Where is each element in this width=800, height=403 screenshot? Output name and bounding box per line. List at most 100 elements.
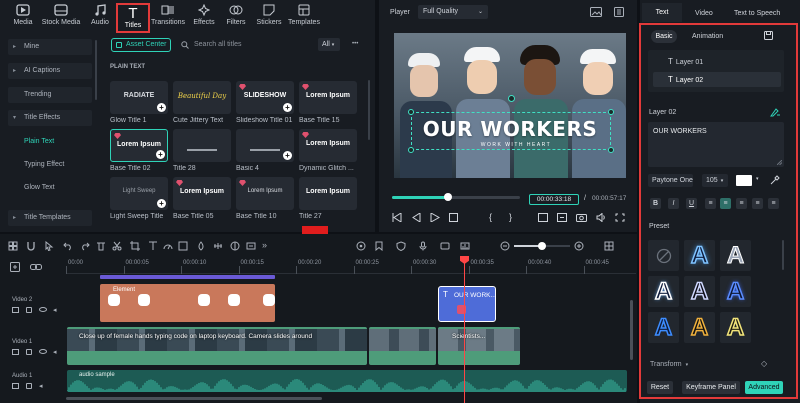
magnet-icon[interactable] [26,241,36,251]
tool-stickers[interactable]: Stickers [251,2,287,32]
align-left-button[interactable]: ≡ [705,198,716,209]
keyframe-panel-button[interactable]: Keyframe Panel [682,381,740,394]
layout-grid-icon[interactable] [8,241,18,251]
title-thumbnail[interactable]: + [236,129,294,162]
add-title-button[interactable]: + [157,103,166,112]
filter-dropdown[interactable]: All ▾ [318,38,340,51]
link-icon[interactable] [30,262,42,272]
sidebar-item-typing-effect[interactable]: Typing Effect [8,157,92,173]
folder-icon[interactable] [12,349,19,355]
transform-label[interactable]: Transform ▾ [650,361,688,368]
tool-titles[interactable]: T Titles [116,3,150,33]
volume-icon[interactable] [596,213,606,222]
timeline-grid-icon[interactable] [604,241,614,251]
tool-transitions[interactable]: Transitions [150,2,186,32]
resize-handle[interactable] [608,109,614,115]
camera-icon[interactable] [576,213,587,222]
lock-icon[interactable] [26,307,32,313]
lock-icon[interactable] [26,349,32,355]
title-thumbnail[interactable]: SLIDESHOW + [236,81,294,114]
shield-icon[interactable] [396,241,406,251]
preset-none[interactable] [648,240,679,271]
tab-text-to-speech[interactable]: Text to Speech [734,10,780,17]
mark-in-icon[interactable]: { [489,212,492,222]
tool-filters[interactable]: Filters [218,2,254,32]
more-options-icon[interactable]: ••• [352,41,358,47]
title-thumbnail[interactable]: Lorem Ipsum [236,177,294,210]
search-input[interactable]: Search all titles [178,38,308,52]
playback-progress[interactable] [392,193,520,201]
stop-icon[interactable] [449,213,458,222]
undo-icon[interactable] [63,241,73,251]
text-color-swatch[interactable] [736,175,752,186]
select-icon[interactable] [44,241,54,251]
resize-handle[interactable] [608,147,614,153]
more-tools-icon[interactable]: » [262,240,267,250]
audio-stretch-icon[interactable] [213,241,223,251]
title-thumbnail[interactable]: Lorem Ipsum [299,177,357,210]
video-preview[interactable]: OUR WORKERS WORK WITH HEART [394,33,626,178]
title-clip[interactable]: OUR WORK... T [438,286,496,322]
tool-media[interactable]: Media [5,2,41,32]
crop-icon[interactable] [130,241,140,251]
tab-video[interactable]: Video [695,10,713,17]
title-thumbnail[interactable]: Lorem Ipsum + [110,129,168,162]
zoom-in-icon[interactable] [574,241,584,251]
voiceover-icon[interactable] [440,241,450,251]
tool-audio[interactable]: Audio [82,2,118,32]
video-clip[interactable]: Close up of female hands typing code on … [67,327,367,365]
font-size-dropdown[interactable]: 105 ▾ [702,174,728,187]
render-icon[interactable] [557,213,567,222]
preset-style[interactable]: A [720,276,751,307]
marker-icon[interactable] [374,241,384,251]
eyedropper-icon[interactable] [770,175,780,185]
sidebar-item-ai-captions[interactable]: ▸ AI Captions [8,63,92,79]
redo-icon[interactable] [80,241,90,251]
add-title-button[interactable]: + [157,199,166,208]
tool-templates[interactable]: Templates [286,2,322,32]
preset-style[interactable]: A [720,312,751,343]
preset-style[interactable]: A [684,240,715,271]
play-icon[interactable] [430,213,440,222]
title-thumbnail[interactable]: Light Sweep + [110,177,168,210]
folder-icon[interactable] [12,307,19,313]
speed-icon[interactable] [163,241,173,251]
add-track-icon[interactable] [10,262,20,272]
timeline-vscroll[interactable] [630,300,633,360]
skip-back-icon[interactable] [392,213,402,222]
align-right-button[interactable]: ≡ [736,198,747,209]
zoom-slider[interactable] [514,242,570,250]
video-clip[interactable] [369,327,436,365]
add-title-button[interactable]: + [156,150,165,159]
align-center-button[interactable]: ≡ [720,198,731,209]
asset-center-button[interactable]: Asset Center [111,38,171,52]
reset-button[interactable]: Reset [647,381,673,394]
delete-icon[interactable] [96,241,106,251]
cut-icon[interactable] [112,241,122,251]
folder-icon[interactable] [12,383,19,389]
title-thumbnail[interactable]: Lorem Ipsum [173,177,231,210]
title-thumbnail[interactable] [173,129,231,162]
render-preview-icon[interactable] [356,241,366,251]
text-input[interactable]: OUR WORKERS [648,122,784,167]
preset-scrollbar[interactable] [782,240,784,270]
subtab-basic[interactable]: Basic [651,30,677,43]
lock-icon[interactable] [26,383,32,389]
snapshot-icon[interactable] [590,7,602,17]
sidebar-item-plain-text[interactable]: Plain Text [8,134,92,150]
sidebar-item-title-templates[interactable]: ▸ Title Templates [8,210,92,226]
titles-scrollbar[interactable] [368,80,370,140]
tool-stock-media[interactable]: Stock Media [41,2,81,32]
sidebar-item-trending[interactable]: Trending [8,87,92,103]
preset-style[interactable]: A [648,276,679,307]
add-title-button[interactable]: + [283,151,292,160]
add-title-button[interactable]: + [283,103,292,112]
subtab-animation[interactable]: Animation [692,33,723,40]
snapshot-timeline-icon[interactable] [460,241,470,251]
save-preset-icon[interactable] [764,31,773,40]
microphone-icon[interactable] [418,241,428,251]
underline-button[interactable]: U [686,198,697,209]
volume-track-icon[interactable]: ◂ [39,382,43,390]
sidebar-scrollbar[interactable] [95,40,97,100]
zoom-out-icon[interactable] [500,241,510,251]
